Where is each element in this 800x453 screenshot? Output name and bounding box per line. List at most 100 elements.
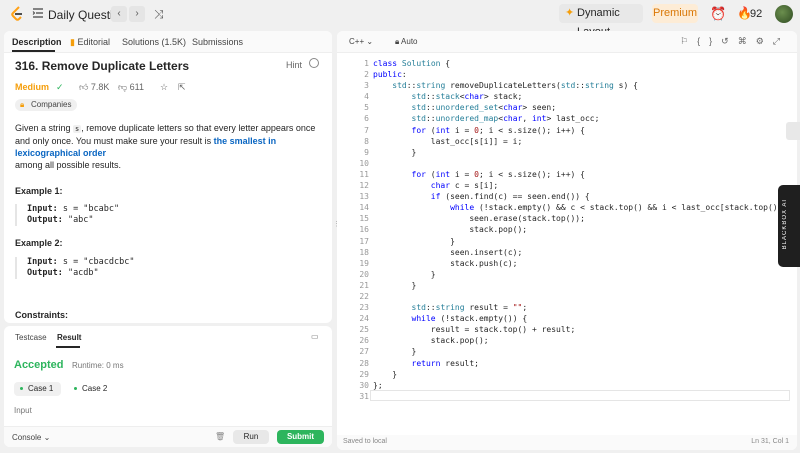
cursor-position: Ln 31, Col 1	[751, 438, 789, 445]
example-1-output: "abc"	[62, 215, 94, 225]
solved-check-icon: ✓	[56, 82, 64, 92]
input-label: Input	[14, 406, 32, 415]
example-1-title: Example 1:	[15, 186, 63, 196]
example-2-output-label: Output:	[27, 268, 63, 278]
difficulty-badge: Medium	[15, 82, 50, 92]
shortcut-icon[interactable]: ⌘	[738, 36, 756, 46]
alarm-clock-icon[interactable]: ⏰	[710, 6, 726, 22]
example-1-block: Input: s = "bcabc" Output: "abc"	[15, 204, 325, 226]
leetcode-logo-icon[interactable]	[10, 6, 24, 22]
line-number: 26	[359, 336, 369, 346]
line-number: 14	[359, 203, 369, 213]
next-question-button[interactable]: ›	[129, 6, 145, 22]
language-label: C++	[349, 37, 365, 46]
prev-question-button[interactable]: ‹	[111, 6, 127, 22]
reset-icon[interactable]: ↺	[721, 36, 738, 46]
likes-count: 7.8K	[90, 82, 110, 92]
fullscreen-icon[interactable]: ⤢	[773, 36, 789, 46]
result-status: Accepted	[14, 359, 64, 371]
case-2-label: Case 2	[82, 384, 108, 393]
likes-button[interactable]: 👍︎ 7.8K	[79, 82, 109, 93]
shuffle-icon[interactable]: ⤨	[154, 7, 164, 22]
tab-submissions[interactable]: Submissions	[192, 37, 243, 47]
problem-list-icon[interactable]	[32, 7, 44, 19]
submit-button[interactable]: Submit	[277, 430, 324, 444]
favorite-star-icon[interactable]: ☆	[160, 82, 168, 93]
example-2-title: Example 2:	[15, 238, 63, 248]
line-number: 22	[359, 291, 369, 301]
example-2-block: Input: s = "cbacdcbc" Output: "acdb"	[15, 257, 325, 279]
runtime-text: Runtime: 0 ms	[72, 361, 124, 370]
tab-testcase[interactable]: Testcase	[15, 333, 47, 342]
editor-status-bar: Saved to local Ln 31, Col 1	[337, 435, 797, 450]
line-number: 13	[359, 192, 369, 202]
result-panel: Testcase Result ▭ Accepted Runtime: 0 ms…	[4, 326, 332, 447]
example-2-output: "acdb"	[62, 268, 99, 278]
problem-title: 316. Remove Duplicate Letters	[15, 59, 190, 73]
desc-text-3: among all possible results.	[15, 160, 122, 170]
dislikes-button[interactable]: 👎︎ 611	[118, 82, 144, 93]
example-2-input-label: Input:	[27, 257, 58, 267]
line-number: 19	[359, 258, 369, 268]
example-1-input-label: Input:	[27, 204, 58, 214]
line-number: 29	[359, 369, 369, 379]
chevron-down-icon: ⌄	[43, 433, 51, 442]
case-1-label: Case 1	[28, 384, 54, 393]
more-options-icon[interactable]	[309, 58, 319, 68]
auto-mode-toggle[interactable]: 🔒︎ Auto	[395, 37, 418, 47]
language-select[interactable]: C++ ⌄	[349, 37, 373, 46]
line-number: 6	[364, 114, 369, 124]
line-number-gutter: 1 2 3 4 5 6 7 8 9 10 11 12 13 14 15 16 17 18 19 20 21 22 23 24 2…	[337, 58, 369, 402]
panel-resize-handle[interactable]: ⋮	[333, 220, 340, 232]
companies-label: Companies	[31, 100, 72, 109]
line-number: 3	[364, 81, 369, 91]
line-number: 4	[364, 92, 369, 102]
tab-editorial-label: Editorial	[77, 37, 110, 47]
tab-result[interactable]: Result	[57, 333, 81, 342]
code-area[interactable]: class Solution { public: std::string rem…	[373, 58, 797, 391]
thumbs-down-icon: 👎︎	[118, 82, 130, 92]
description-panel: Description ▮ Editorial Solutions (1.5K)…	[4, 31, 332, 323]
tab-editorial[interactable]: ▮ Editorial	[70, 37, 110, 48]
blackbox-ai-widget[interactable]: BLACKBOX AI	[778, 185, 800, 267]
line-number: 1	[364, 59, 369, 68]
tab-solutions[interactable]: Solutions (1.5K)	[122, 37, 186, 47]
pass-dot-icon	[20, 387, 23, 390]
braces-icon[interactable]: {}	[697, 36, 721, 46]
constraints-title: Constraints:	[15, 310, 69, 320]
lock-icon: 🔒︎	[20, 100, 25, 109]
dynamic-layout-button[interactable]: ✦ Dynamic Layout	[559, 4, 643, 38]
line-number: 28	[359, 358, 369, 368]
trash-icon[interactable]: 🗑︎	[215, 432, 225, 441]
console-toggle[interactable]: Console ⌄	[12, 433, 50, 442]
example-1-input: s = "bcabc"	[57, 204, 120, 214]
line-number: 9	[364, 147, 369, 157]
case-1-tab[interactable]: Case 1	[14, 382, 62, 396]
tab-description[interactable]: Description	[12, 37, 62, 47]
companies-tag[interactable]: 🔒︎ Companies	[15, 99, 78, 111]
case-2-tab[interactable]: Case 2	[68, 382, 115, 396]
collapse-panel-icon[interactable]: ▭	[311, 332, 319, 341]
settings-gear-icon[interactable]: ⚙	[756, 36, 773, 46]
hint-button[interactable]: Hint	[286, 60, 302, 70]
side-notes-icon[interactable]	[786, 122, 800, 140]
line-number: 20	[359, 269, 369, 279]
line-number: 23	[359, 303, 369, 313]
line-number: 27	[359, 347, 369, 357]
share-icon[interactable]: ⇱	[178, 82, 186, 93]
editor-toolbar: C++ ⌄ 🔒︎ Auto ⚐{}↺⌘⚙⤢	[337, 31, 797, 53]
example-1-output-label: Output:	[27, 215, 63, 225]
line-number: 15	[359, 214, 369, 224]
run-button[interactable]: Run	[233, 430, 269, 444]
avatar[interactable]	[775, 5, 793, 23]
console-label: Console	[12, 433, 42, 442]
line-number: 7	[364, 125, 369, 135]
premium-button[interactable]: Premium	[652, 4, 698, 23]
line-number: 17	[359, 236, 369, 246]
bookmark-icon[interactable]: ⚐	[680, 36, 697, 46]
action-bar: Console ⌄ 🗑︎ Run Submit	[4, 426, 332, 447]
code-editor-panel: C++ ⌄ 🔒︎ Auto ⚐{}↺⌘⚙⤢ 1 2 3 4 5 6 7 8 9 10 11 12 13 1…	[337, 31, 797, 450]
line-number: 16	[359, 225, 369, 235]
top-bar: Daily Question ‹ › ⤨ ✦ Dynamic Layout Pr…	[0, 0, 800, 38]
example-2-input: s = "cbacdcbc"	[57, 257, 135, 267]
